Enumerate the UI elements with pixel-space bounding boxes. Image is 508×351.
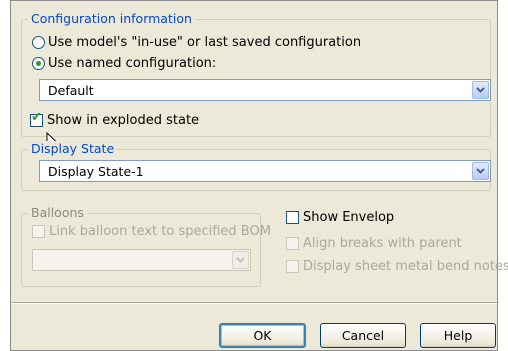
named-config-select[interactable]: Default xyxy=(39,79,491,101)
show-envelop-label: Show Envelop xyxy=(303,210,395,225)
help-button[interactable]: Help xyxy=(420,323,496,348)
show-exploded-label: Show in exploded state xyxy=(47,113,200,128)
separator xyxy=(11,302,497,304)
checkbox-icon[interactable] xyxy=(286,237,299,250)
align-breaks-label: Align breaks with parent xyxy=(303,236,462,251)
link-balloon-label: Link balloon text to specified BOM xyxy=(49,224,271,239)
display-state-group-title: Display State xyxy=(28,141,118,157)
configuration-group-title: Configuration information xyxy=(28,11,195,27)
show-exploded-checkbox[interactable]: ✔ Show in exploded state xyxy=(30,110,200,128)
named-config-value: Default xyxy=(48,83,94,98)
display-state-select[interactable]: Display State-1 xyxy=(39,160,491,182)
in-use-config-radio[interactable]: Use model's "in-use" or last saved confi… xyxy=(32,35,361,50)
show-envelop-checkbox[interactable]: Show Envelop xyxy=(286,210,394,225)
balloons-group: Balloons Link balloon text to specified … xyxy=(21,205,271,287)
display-bend-notes-label: Display sheet metal bend notes xyxy=(303,259,508,274)
bom-select[interactable] xyxy=(32,249,251,271)
cancel-button[interactable]: Cancel xyxy=(320,323,406,348)
checkbox-icon[interactable] xyxy=(286,260,299,273)
link-balloon-checkbox[interactable]: Link balloon text to specified BOM xyxy=(32,224,271,239)
drawing-view-properties-dialog: Configuration information Use model's "i… xyxy=(10,0,508,351)
named-config-label: Use named configuration: xyxy=(48,56,217,71)
balloons-group-title: Balloons xyxy=(28,205,87,221)
checkbox-icon[interactable] xyxy=(286,211,299,224)
display-state-group: Display State Display State-1 xyxy=(21,141,491,191)
checkbox-icon[interactable] xyxy=(32,225,45,238)
ok-button[interactable]: OK xyxy=(219,323,306,348)
configuration-group: Configuration information Use model's "i… xyxy=(21,11,491,137)
align-breaks-checkbox[interactable]: Align breaks with parent xyxy=(286,236,462,251)
radio-icon[interactable] xyxy=(32,36,45,49)
radio-checked-icon[interactable] xyxy=(32,57,45,70)
display-state-value: Display State-1 xyxy=(48,164,144,179)
in-use-config-label: Use model's "in-use" or last saved confi… xyxy=(48,35,362,50)
chevron-down-icon[interactable] xyxy=(472,81,489,99)
chevron-down-icon[interactable] xyxy=(232,251,249,269)
display-bend-notes-checkbox[interactable]: Display sheet metal bend notes xyxy=(286,259,508,274)
checkbox-checked-icon[interactable]: ✔ xyxy=(30,110,43,127)
named-config-radio[interactable]: Use named configuration: xyxy=(32,56,216,71)
chevron-down-icon[interactable] xyxy=(472,162,489,180)
